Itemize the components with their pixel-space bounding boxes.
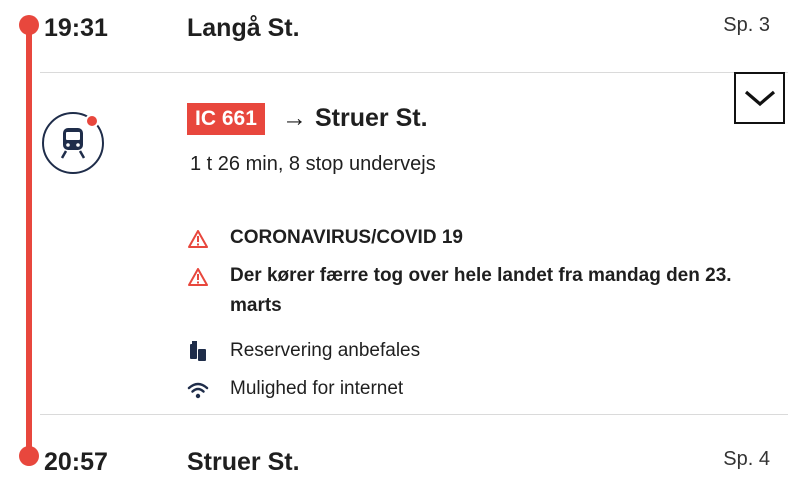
train-destination: Struer St.: [315, 104, 428, 132]
wifi-icon: [186, 374, 210, 404]
departure-row: 19:31 Langå St. Sp. 3: [0, 10, 788, 50]
notice-text: CORONAVIRUS/COVID 19: [230, 227, 463, 248]
warning-icon: [186, 223, 210, 253]
train-direction: → Struer St.: [282, 103, 428, 133]
expand-button[interactable]: [734, 72, 785, 124]
info-item: Reservering anbefales: [186, 336, 750, 366]
warning-icon: [186, 261, 210, 321]
seat-reservation-icon: [186, 336, 210, 366]
train-icon: [42, 112, 104, 174]
arrival-row: 20:57 Struer St. Sp. 4: [0, 446, 788, 476]
chevron-down-icon: [744, 90, 775, 107]
info-text: Mulighed for internet: [230, 378, 404, 399]
trip-duration: 1 t 26 min, 8 stop undervejs: [190, 153, 436, 175]
info-text: Reservering anbefales: [230, 340, 421, 361]
arrow: →: [282, 104, 307, 132]
departure-track: Sp. 3: [723, 14, 770, 36]
notice-item[interactable]: CORONAVIRUS/COVID 19: [186, 223, 750, 253]
departure-time: 19:31: [44, 14, 108, 42]
train-line-badge: IC 661: [187, 103, 265, 135]
departure-station: Langå St.: [187, 14, 300, 42]
arrival-time: 20:57: [44, 448, 108, 476]
timeline-line: [26, 22, 32, 460]
notice-item[interactable]: Der kører færre tog over hele landet fra…: [186, 261, 750, 321]
alert-dot: [85, 114, 99, 128]
arrival-station: Struer St.: [187, 448, 300, 476]
divider: [40, 72, 788, 73]
divider: [40, 414, 788, 415]
arrival-track: Sp. 4: [723, 448, 770, 470]
info-item: Mulighed for internet: [186, 374, 750, 404]
notice-text: Der kører færre tog over hele landet fra…: [230, 265, 732, 316]
